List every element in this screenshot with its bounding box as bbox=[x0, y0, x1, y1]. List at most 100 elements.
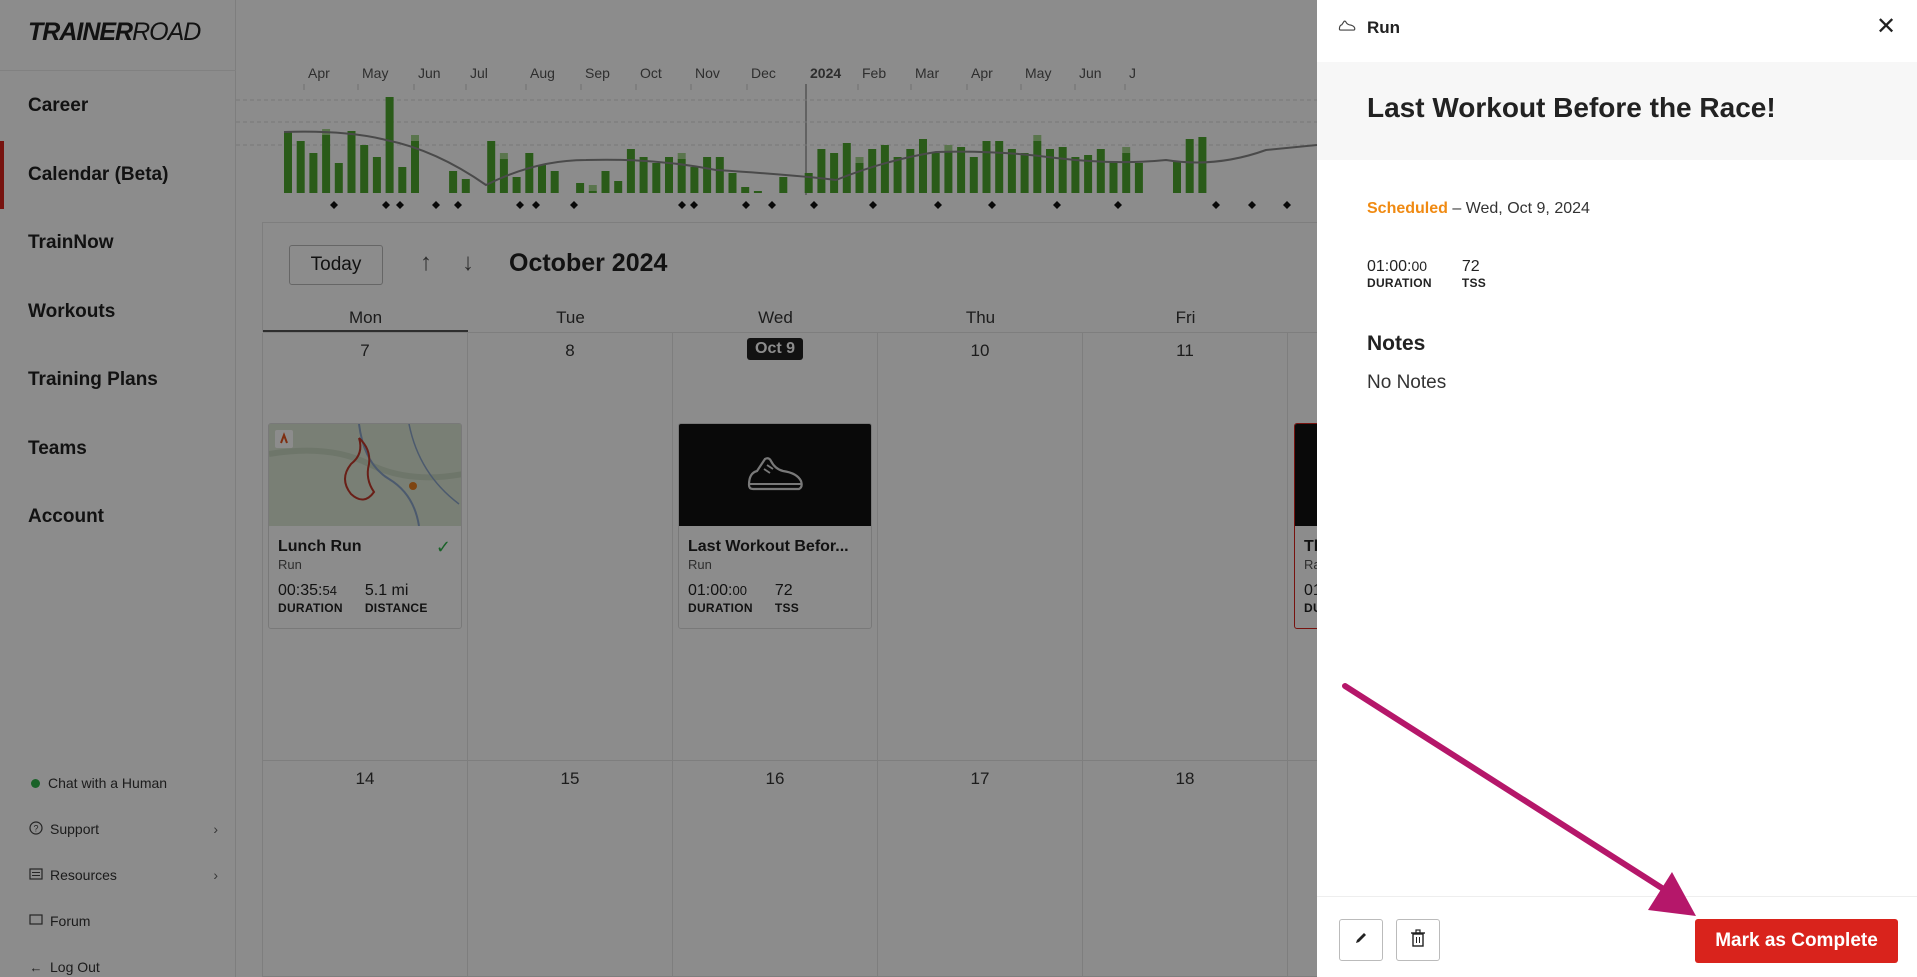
chart-bar bbox=[957, 147, 966, 193]
day-number: 11 bbox=[1176, 341, 1194, 360]
day-number: 10 bbox=[970, 341, 990, 360]
nav-career[interactable]: Career bbox=[0, 72, 236, 141]
forum-icon bbox=[28, 913, 44, 929]
workout-metrics: 00:35:54 DURATION 5.1 mi DISTANCE bbox=[278, 582, 428, 615]
calendar-day[interactable]: 18 bbox=[1083, 761, 1288, 976]
workout-date: – Wed, Oct 9, 2024 bbox=[1447, 200, 1590, 217]
duration-metric: 01:00:00 DURATION bbox=[1367, 258, 1432, 290]
arrow-down-icon[interactable]: ↓ bbox=[455, 249, 481, 277]
chart-bar bbox=[626, 149, 635, 193]
today-badge: Oct 9 bbox=[746, 338, 804, 360]
chart-bar-planned bbox=[944, 145, 953, 151]
day-number: 16 bbox=[765, 769, 785, 788]
chart-bar bbox=[944, 151, 953, 193]
calendar-header: Today ↑ ↓ October 2024 Mon Tue Wed Thu F… bbox=[262, 222, 1317, 333]
workout-metrics: 01:00:00 DURATION 72 TSS bbox=[688, 582, 799, 615]
nav-account[interactable]: Account bbox=[0, 483, 236, 552]
calendar-day[interactable]: 17 bbox=[878, 761, 1083, 976]
chart-month-label: Mar bbox=[915, 65, 939, 81]
mark-as-complete-button[interactable]: Mark as Complete bbox=[1695, 919, 1898, 963]
delete-button[interactable] bbox=[1396, 919, 1440, 961]
nav-workouts[interactable]: Workouts bbox=[0, 278, 236, 347]
today-button[interactable]: Today bbox=[289, 245, 383, 285]
chart-bar-planned bbox=[855, 157, 864, 163]
calendar-main: Apr May Jun Jul Aug Sep Oct Nov Dec 2024 Feb Mar Apr… bbox=[236, 0, 1317, 977]
chart-bar bbox=[728, 173, 737, 193]
support-link[interactable]: ? Support › bbox=[28, 806, 218, 852]
run-shoe-icon bbox=[1337, 19, 1357, 38]
workout-card-last-workout[interactable]: Last Workout Befor... Run 01:00:00 DURAT… bbox=[678, 423, 872, 629]
chart-bar bbox=[588, 191, 597, 193]
calendar-day[interactable]: Oct 9 Last Workout Befor... Run 01:00:00… bbox=[673, 333, 878, 760]
chart-month-label: Oct bbox=[640, 65, 662, 81]
trainerroad-logo[interactable]: TRAINERROAD bbox=[28, 18, 201, 47]
resources-link[interactable]: Resources › bbox=[28, 852, 218, 898]
chart-month-label: Apr bbox=[971, 65, 993, 81]
nav-teams[interactable]: Teams bbox=[0, 415, 236, 484]
training-load-chart-svg: Apr May Jun Jul Aug Sep Oct Nov Dec 2024 Feb Mar Apr… bbox=[236, 65, 1317, 209]
chart-event-marker bbox=[690, 201, 698, 209]
chart-bar bbox=[652, 163, 661, 193]
arrow-up-icon[interactable]: ↑ bbox=[413, 249, 439, 277]
chart-event-marker bbox=[1114, 201, 1122, 209]
chart-bar-planned bbox=[499, 153, 508, 159]
workout-title: Lunch Run bbox=[278, 538, 362, 555]
calendar-day[interactable]: 11 Th Ra 01 DU bbox=[1083, 333, 1317, 760]
duration-metric: 00:35:54 DURATION bbox=[278, 582, 343, 615]
chart-bar bbox=[1109, 161, 1118, 193]
chart-bar bbox=[982, 141, 991, 193]
chart-event-marker bbox=[678, 201, 686, 209]
chart-bar bbox=[284, 131, 292, 193]
workout-card-race[interactable]: Th Ra 01 DU bbox=[1294, 423, 1317, 629]
day-number: 18 bbox=[1175, 769, 1195, 788]
calendar-day[interactable]: 14 bbox=[263, 761, 468, 976]
chart-month-label: Aug bbox=[530, 65, 555, 81]
calendar-day[interactable]: 16 bbox=[673, 761, 878, 976]
distance-metric: 5.1 mi DISTANCE bbox=[364, 582, 428, 615]
day-number: 14 bbox=[355, 769, 375, 788]
chart-bar bbox=[1058, 147, 1067, 193]
calendar-day[interactable]: 10 bbox=[878, 333, 1083, 760]
calendar-day[interactable]: 7 Lunch Run ✓ Run 00:35:54 DURATION 5.1 … bbox=[263, 333, 468, 760]
chart-bar bbox=[385, 97, 394, 193]
sidebar: TRAINERROAD Career Calendar (Beta) Train… bbox=[0, 0, 236, 977]
trash-icon bbox=[1410, 928, 1426, 952]
chart-bar bbox=[538, 165, 546, 193]
workout-metrics: 01 DU bbox=[1304, 582, 1317, 615]
nav-calendar[interactable]: Calendar (Beta) bbox=[0, 140, 236, 210]
chart-bar bbox=[690, 167, 699, 193]
logout-link[interactable]: ← Log Out bbox=[28, 944, 218, 977]
chart-bar bbox=[1071, 157, 1080, 193]
day-number: 7 bbox=[360, 341, 370, 360]
chart-bar bbox=[842, 143, 851, 193]
dow-wed: Wed bbox=[758, 308, 793, 327]
chart-event-marker bbox=[330, 201, 338, 209]
nav-training-plans[interactable]: Training Plans bbox=[0, 346, 236, 415]
dow-mon: Mon bbox=[263, 303, 468, 332]
nav-trainnow[interactable]: TrainNow bbox=[0, 209, 236, 278]
notes-text: No Notes bbox=[1367, 372, 1447, 393]
chart-event-marker bbox=[532, 201, 540, 209]
chart-bar-planned bbox=[411, 135, 419, 141]
panel-footer: Mark as Complete bbox=[1317, 896, 1917, 977]
chart-month-label: Jun bbox=[418, 65, 441, 81]
chart-bar bbox=[360, 145, 369, 193]
calendar-day[interactable]: 15 bbox=[468, 761, 673, 976]
chart-event-marker bbox=[810, 201, 818, 209]
chart-bar bbox=[372, 157, 381, 193]
chart-bar bbox=[1134, 163, 1143, 193]
close-icon[interactable]: ✕ bbox=[1873, 15, 1899, 41]
chart-bar-planned bbox=[1033, 135, 1042, 141]
edit-button[interactable] bbox=[1339, 919, 1383, 961]
chart-bar bbox=[1173, 161, 1181, 193]
forum-link[interactable]: Forum bbox=[28, 898, 218, 944]
duration-metric: 01 DU bbox=[1304, 582, 1317, 615]
workout-card-lunch-run[interactable]: Lunch Run ✓ Run 00:35:54 DURATION 5.1 mi… bbox=[268, 423, 462, 629]
chat-with-human-link[interactable]: Chat with a Human bbox=[28, 760, 218, 806]
month-title: October 2024 bbox=[509, 249, 668, 277]
dow-thu: Thu bbox=[965, 308, 996, 327]
calendar-day[interactable]: 8 bbox=[468, 333, 673, 760]
chart-event-marker bbox=[1212, 201, 1220, 209]
chevron-right-icon: › bbox=[213, 867, 218, 883]
chart-event-marker bbox=[516, 201, 524, 209]
